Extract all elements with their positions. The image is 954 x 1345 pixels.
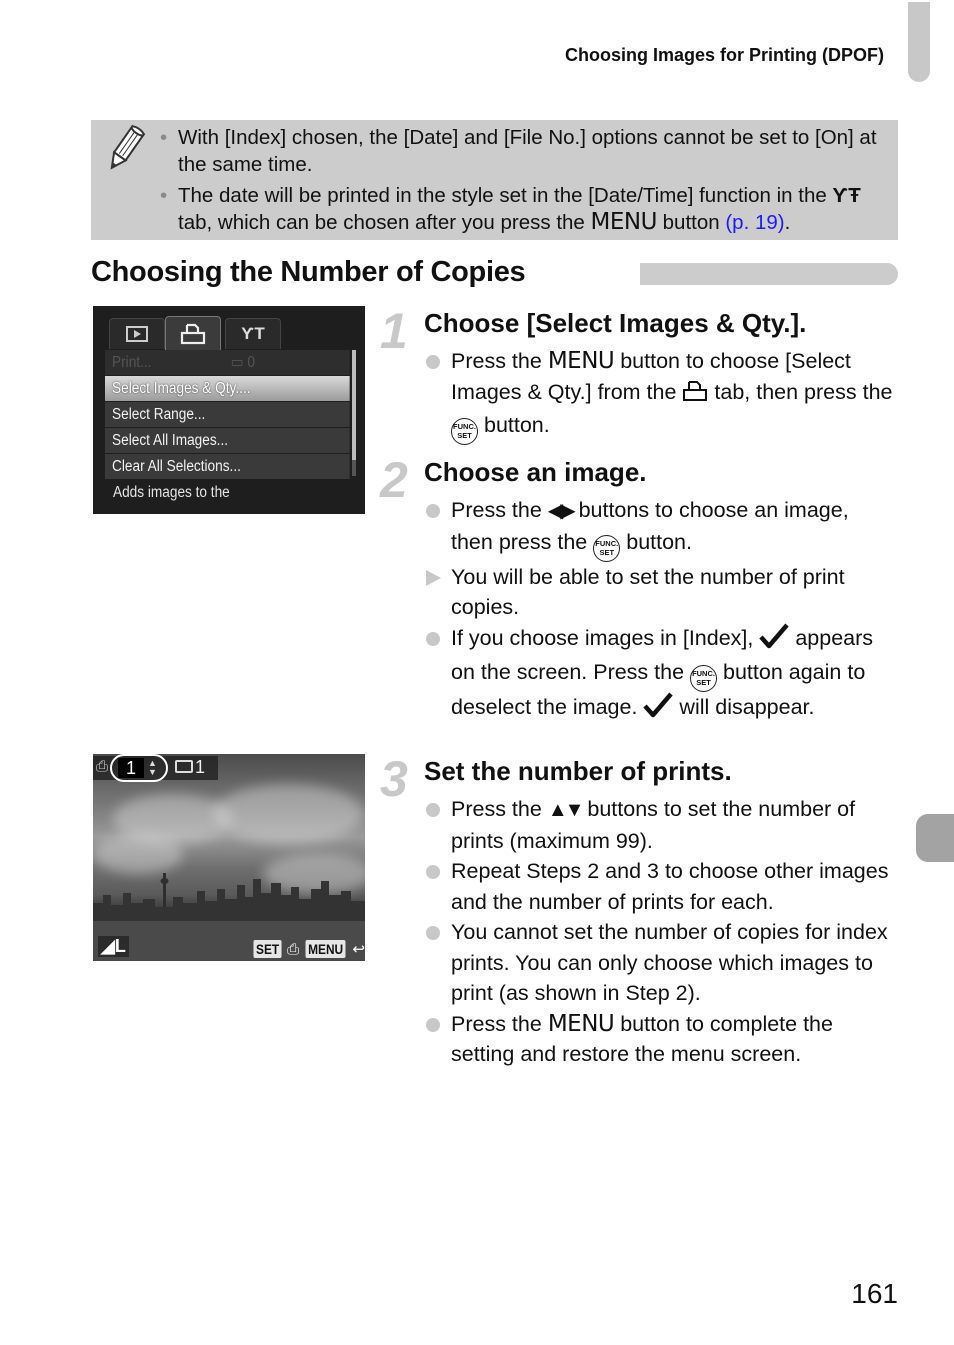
menu-item-select-all-images: Select All Images... xyxy=(105,428,350,453)
bullet-item: Press the MENU button to complete the se… xyxy=(424,1009,896,1070)
bullet-circle xyxy=(426,1017,440,1032)
bullet-dot: • xyxy=(160,126,168,149)
menu-item-select-images-qty: Select Images & Qty.... xyxy=(105,376,350,401)
step-3: 3 Set the number of prints. Press the ▲▼… xyxy=(380,751,900,1076)
step-bullets: Press the MENU button to choose [Select … xyxy=(424,346,896,445)
settings-tab-icon: ƳŦ xyxy=(832,184,861,207)
bullet-circle xyxy=(426,926,440,940)
bullet-item: If you choose images in [Index], appears… xyxy=(424,623,896,727)
step-title: Set the number of prints. xyxy=(424,756,732,786)
note-item: • The date will be printed in the style … xyxy=(160,184,861,235)
func-set-button-icon: FUNC. SET xyxy=(593,534,621,562)
camera-menu-screenshot: ƳT Print... ▭ 0 Select Images & Qty.... S… xyxy=(93,306,365,514)
section-title-bar xyxy=(640,263,898,285)
city-skyline xyxy=(93,873,365,923)
menu-button-label: MENU xyxy=(590,209,658,235)
bullet-item: You cannot set the number of copies for … xyxy=(424,917,896,1009)
bullet-dot: • xyxy=(160,184,168,207)
step-title: Choose an image. xyxy=(424,457,647,487)
bullet-item: Press the ▲▼ buttons to set the number o… xyxy=(424,794,896,856)
step-2: 2 Choose an image. Press the ◀▶ buttons … xyxy=(380,452,900,747)
image-size-icon: ◢L xyxy=(98,936,129,957)
camera-menu-list: Print... ▭ 0 Select Images & Qty.... Sele… xyxy=(105,350,351,480)
menu-button-label: MENU xyxy=(305,940,346,958)
pencil-icon xyxy=(104,124,146,174)
settings-tab-icon: ƳT xyxy=(225,318,281,349)
camera-menu-tabs: ƳT xyxy=(107,316,357,351)
bullet-circle xyxy=(426,803,440,817)
menu-item-print: Print... ▭ 0 xyxy=(105,350,350,375)
step-title: Choose [Select Images & Qty.]. xyxy=(424,308,807,338)
left-right-arrows-icon: ◀▶ xyxy=(547,500,576,522)
section-title: Choosing the Number of Copies xyxy=(91,256,526,288)
playback-tab-icon xyxy=(109,318,165,349)
menu-help-text: Adds images to the xyxy=(113,484,230,501)
menu-button-label: MENU xyxy=(547,1010,615,1037)
bullet-item: Press the MENU button to choose [Select … xyxy=(424,346,896,445)
step-bullets: Press the ◀▶ buttons to choose an image,… xyxy=(424,495,896,727)
menu-item-select-range: Select Range... xyxy=(105,402,350,427)
step-number: 2 xyxy=(380,452,408,508)
checkmark-icon xyxy=(759,623,790,658)
sheet-icon xyxy=(175,760,193,773)
step-number: 1 xyxy=(380,303,408,359)
bullet-item: Press the ◀▶ buttons to choose an image,… xyxy=(424,495,896,562)
print-tab-icon xyxy=(682,380,708,411)
return-arrow-icon: ↩ xyxy=(352,941,365,958)
note-list: • With [Index] chosen, the [Date] and [F… xyxy=(160,124,890,240)
page-number: 161 xyxy=(851,1278,898,1309)
running-head: Choosing Images for Printing (DPOF) xyxy=(565,45,884,65)
print-order-icon: ⎙ xyxy=(96,758,109,775)
bullet-circle xyxy=(426,504,440,518)
note-item: • With [Index] chosen, the [Date] and [F… xyxy=(160,126,877,176)
camera-button-guide: SET ⎙ MENU ↩ xyxy=(251,940,365,958)
bullet-circle xyxy=(426,355,440,369)
bullet-item: You will be able to set the number of pr… xyxy=(424,562,896,623)
set-button-label: SET xyxy=(253,940,282,958)
bullet-circle xyxy=(426,865,440,879)
cloud xyxy=(213,784,363,844)
menu-scrollbar-thumb xyxy=(352,350,356,460)
step-1: 1 Choose [Select Images & Qty.]. Press t… xyxy=(380,303,900,448)
page-link[interactable]: (p. 19) xyxy=(725,211,784,234)
func-set-button-icon: FUNC. SET xyxy=(690,665,718,692)
quantity-highlight-ring xyxy=(110,754,168,782)
sheet-count: 1 xyxy=(195,757,206,777)
chapter-edge-tab-top xyxy=(908,2,930,82)
bullet-circle xyxy=(426,631,440,646)
result-triangle-icon xyxy=(426,569,441,586)
menu-item-clear-all-selections: Clear All Selections... xyxy=(105,454,350,479)
chapter-edge-tab xyxy=(916,814,954,862)
print-icon: ⎙ xyxy=(287,940,300,958)
print-tab-icon xyxy=(165,316,221,351)
func-set-button-icon: FUNC. SET xyxy=(451,418,478,445)
step-number: 3 xyxy=(380,751,408,807)
camera-photo-screenshot: ⎙ 1 ▲ ▼ 1 ◢L SET ⎙ MENU ↩ xyxy=(93,754,365,961)
cloud xyxy=(93,834,183,874)
bullet-item: Repeat Steps 2 and 3 to choose other ima… xyxy=(424,856,896,917)
step-bullets: Press the ▲▼ buttons to set the number o… xyxy=(424,794,896,1070)
checkmark-icon xyxy=(643,692,674,727)
up-down-arrows-icon: ▲▼ xyxy=(547,799,585,821)
menu-button-label: MENU xyxy=(547,348,615,374)
